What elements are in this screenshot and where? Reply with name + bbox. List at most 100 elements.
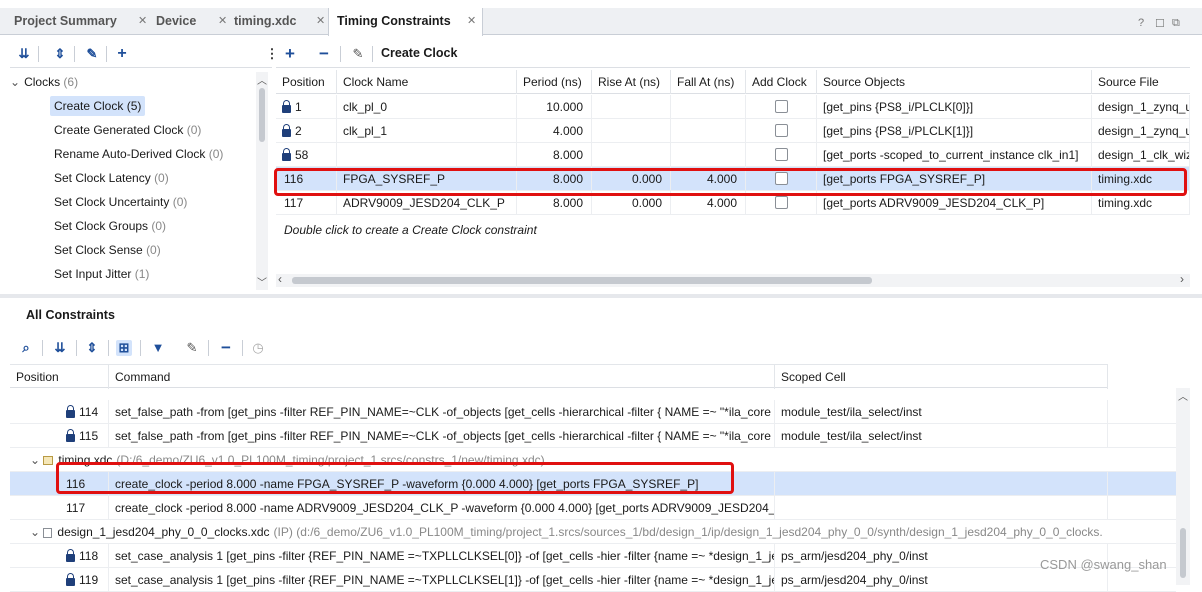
- file-group-row[interactable]: ⌄ design_1_jesd204_phy_0_0_clocks.xdc (IP…: [10, 520, 1176, 544]
- create-clock-hint[interactable]: Double click to create a Create Clock co…: [284, 223, 537, 237]
- scrollbar-thumb[interactable]: [259, 88, 265, 142]
- position-cell[interactable]: 115: [10, 424, 109, 448]
- source-cell[interactable]: [get_pins {PS8_i/PLCLK[0]}]: [817, 95, 1092, 119]
- period-cell[interactable]: 8.000: [517, 143, 592, 167]
- close-icon[interactable]: ✕: [467, 8, 476, 35]
- chevron-down-icon[interactable]: ⌄: [10, 75, 20, 89]
- rise-cell[interactable]: [592, 95, 671, 119]
- collapse-all-icon[interactable]: ⇊: [16, 46, 32, 62]
- position-cell[interactable]: 118: [10, 544, 109, 568]
- column-header[interactable]: Fall At (ns): [671, 70, 746, 94]
- filter-icon[interactable]: ▼: [150, 340, 166, 356]
- constraint-row[interactable]: 119 set_case_analysis 1 [get_pins -filter…: [10, 568, 1176, 592]
- chevron-up-icon[interactable]: ︿: [1178, 388, 1188, 403]
- scoped-cell[interactable]: [775, 472, 1108, 496]
- restore-icon[interactable]: ☐: [1155, 17, 1165, 30]
- column-header[interactable]: Scoped Cell: [775, 365, 1108, 389]
- chevron-right-icon[interactable]: ›: [1180, 272, 1184, 286]
- tree-item-create-clock[interactable]: Create Clock (5): [50, 94, 146, 118]
- clock-row[interactable]: 58 8.000 [get_ports -scoped_to_current_ins…: [276, 143, 1190, 167]
- position-cell[interactable]: 2: [276, 119, 337, 143]
- position-cell[interactable]: 114: [10, 400, 109, 424]
- rise-cell[interactable]: [592, 143, 671, 167]
- tree-item-set-clock-latency[interactable]: Set Clock Latency (0): [54, 166, 169, 190]
- clock-row[interactable]: 1 clk_pl_0 10.000 [get_pins {PS8_i/PLCLK[0]…: [276, 95, 1190, 119]
- constraint-row[interactable]: 118 set_case_analysis 1 [get_pins -filter…: [10, 544, 1176, 568]
- edit-icon[interactable]: ✎: [184, 340, 200, 356]
- scrollbar-thumb[interactable]: [292, 277, 872, 284]
- add-clock-checkbox[interactable]: [774, 124, 788, 138]
- group-by-file-icon[interactable]: ⊞: [116, 340, 132, 356]
- clock-row[interactable]: 2 clk_pl_1 4.000 [get_pins {PS8_i/PLCLK[1]}…: [276, 119, 1190, 143]
- edit-icon[interactable]: ✎: [350, 46, 366, 62]
- file-cell[interactable]: design_1_clk_wiz: [1092, 143, 1190, 167]
- tree-item-set-input-jitter[interactable]: Set Input Jitter (1): [54, 262, 149, 286]
- constraint-row[interactable]: 117 create_clock -period 8.000 -name ADRV…: [10, 496, 1176, 520]
- tree-root-clocks[interactable]: ⌄ Clocks (6): [10, 70, 78, 94]
- column-header[interactable]: Rise At (ns): [592, 70, 671, 94]
- tree-item-set-clock-groups[interactable]: Set Clock Groups (0): [54, 214, 166, 238]
- add-clock-checkbox[interactable]: [774, 148, 788, 162]
- remove-icon[interactable]: −: [218, 339, 234, 356]
- position-cell[interactable]: 1: [276, 95, 337, 119]
- scrollbar-thumb[interactable]: [1180, 528, 1186, 578]
- tab-device[interactable]: Device ✕: [150, 8, 230, 35]
- source-cell[interactable]: [get_ports -scoped_to_current_instance c…: [817, 143, 1092, 167]
- command-cell[interactable]: create_clock -period 8.000 -name ADRV900…: [109, 496, 775, 520]
- collapse-all-icon[interactable]: ⇊: [52, 340, 68, 356]
- expand-all-icon[interactable]: ⇕: [52, 46, 68, 62]
- command-cell[interactable]: set_false_path -from [get_pins -filter R…: [109, 424, 775, 448]
- column-header[interactable]: Clock Name: [337, 70, 517, 94]
- period-cell[interactable]: 10.000: [517, 95, 592, 119]
- command-cell[interactable]: set_case_analysis 1 [get_pins -filter {R…: [109, 568, 775, 592]
- fall-cell[interactable]: [671, 143, 746, 167]
- close-icon[interactable]: ✕: [316, 8, 325, 35]
- tree-item-set-clock-uncertainty[interactable]: Set Clock Uncertainty (0): [54, 190, 187, 214]
- file-group-cell[interactable]: ⌄ design_1_jesd204_phy_0_0_clocks.xdc (IP…: [24, 520, 1174, 544]
- chevron-down-icon[interactable]: ﹀: [257, 274, 267, 289]
- position-cell[interactable]: 58: [276, 143, 337, 167]
- column-header[interactable]: Position: [10, 365, 109, 389]
- scoped-cell[interactable]: module_test/ila_select/inst: [775, 424, 1108, 448]
- panel-splitter[interactable]: [0, 294, 1202, 298]
- rise-cell[interactable]: [592, 119, 671, 143]
- remove-constraint-icon[interactable]: −: [316, 45, 332, 62]
- tree-item-rename-auto-derived-clock[interactable]: Rename Auto-Derived Clock (0): [54, 142, 223, 166]
- name-cell[interactable]: clk_pl_0: [337, 95, 517, 119]
- tree-item-create-generated-clock[interactable]: Create Generated Clock (0): [54, 118, 201, 142]
- fall-cell[interactable]: [671, 119, 746, 143]
- command-cell[interactable]: set_false_path -from [get_pins -filter R…: [109, 400, 775, 424]
- column-header[interactable]: Period (ns): [517, 70, 592, 94]
- maximize-icon[interactable]: ⧉: [1172, 17, 1180, 30]
- source-cell[interactable]: [get_pins {PS8_i/PLCLK[1]}]: [817, 119, 1092, 143]
- tree-scrollbar[interactable]: ︿ ﹀: [256, 72, 268, 290]
- tab-timing-xdc[interactable]: timing.xdc ✕: [230, 8, 328, 35]
- constraint-row[interactable]: 115 set_false_path -from [get_pins -filte…: [10, 424, 1176, 448]
- constraint-row[interactable]: 114 set_false_path -from [get_pins -filte…: [10, 400, 1176, 424]
- chevron-left-icon[interactable]: ‹: [278, 272, 282, 286]
- column-header[interactable]: Source Objects: [817, 70, 1092, 94]
- file-cell[interactable]: design_1_zynq_u: [1092, 119, 1190, 143]
- add-clock-checkbox[interactable]: [774, 196, 788, 210]
- name-cell[interactable]: [337, 143, 517, 167]
- chevron-down-icon[interactable]: ⌄: [30, 453, 43, 467]
- column-header[interactable]: Position: [276, 70, 337, 94]
- add-icon[interactable]: +: [114, 46, 130, 62]
- expand-all-icon[interactable]: ⇕: [84, 340, 100, 356]
- pin-icon[interactable]: ✎: [84, 46, 100, 62]
- scoped-cell[interactable]: module_test/ila_select/inst: [775, 400, 1108, 424]
- add-clock-checkbox[interactable]: [774, 100, 788, 114]
- chevron-down-icon[interactable]: ⌄: [30, 525, 43, 539]
- file-cell[interactable]: design_1_zynq_u: [1092, 95, 1190, 119]
- position-cell[interactable]: 117: [10, 496, 109, 520]
- search-icon[interactable]: ⌕: [18, 340, 34, 356]
- scoped-cell[interactable]: [775, 496, 1108, 520]
- command-cell[interactable]: set_case_analysis 1 [get_pins -filter {R…: [109, 544, 775, 568]
- column-header[interactable]: Command: [109, 365, 775, 389]
- help-icon[interactable]: ?: [1138, 17, 1144, 29]
- tree-item-set-clock-sense[interactable]: Set Clock Sense (0): [54, 238, 161, 262]
- column-header[interactable]: Add Clock: [746, 70, 817, 94]
- name-cell[interactable]: clk_pl_1: [337, 119, 517, 143]
- close-icon[interactable]: ✕: [138, 8, 147, 35]
- clock-table-hscrollbar[interactable]: ‹ ›: [276, 272, 1190, 287]
